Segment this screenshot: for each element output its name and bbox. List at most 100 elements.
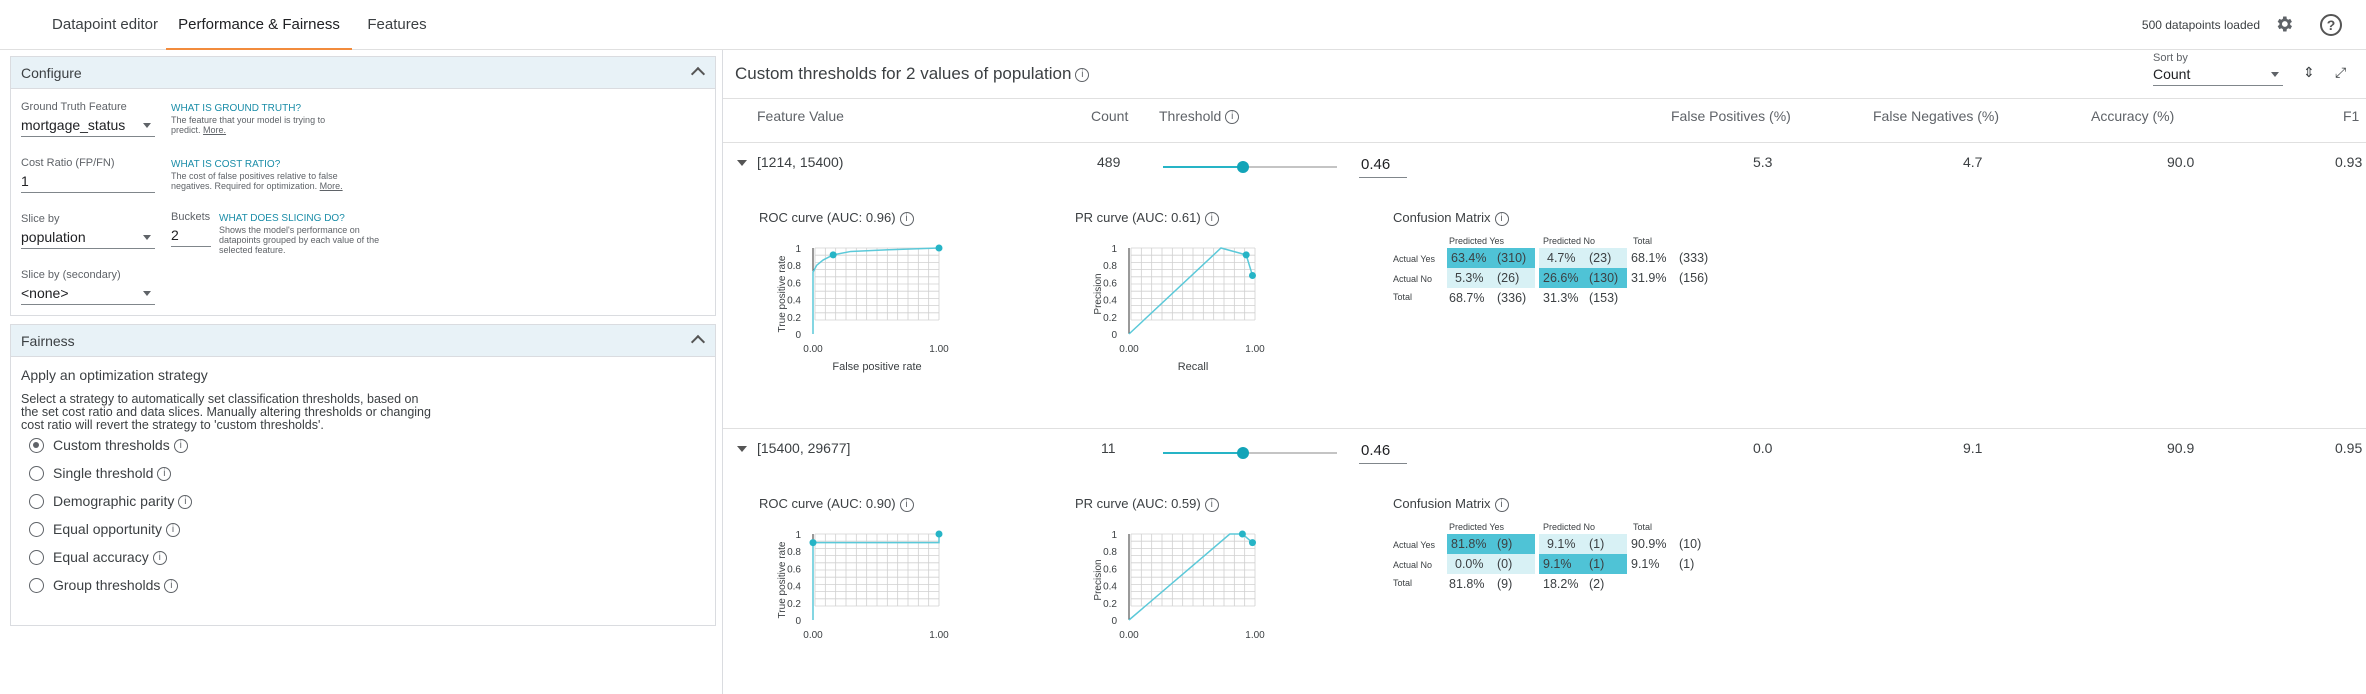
threshold-input[interactable]: 0.46	[1359, 440, 1407, 464]
slice-what-link[interactable]: WHAT DOES SLICING DO?	[219, 213, 345, 224]
cm-cell-count: (2)	[1589, 577, 1605, 591]
expand-caret-icon[interactable]	[737, 446, 747, 452]
slider-knob[interactable]	[1237, 447, 1250, 459]
cm-cell: 90.9%	[1631, 537, 1667, 551]
x-axis-label: False positive rate	[832, 361, 921, 373]
option-custom-thresholds[interactable]: Custom thresholds	[53, 437, 170, 453]
sort-direction-icon[interactable]: ⇕	[2303, 64, 2315, 81]
col-threshold[interactable]: Threshold	[1159, 108, 1221, 124]
gt-select[interactable]: mortgage_status	[21, 115, 155, 137]
col-false-negatives[interactable]: False Negatives (%)	[1873, 108, 1999, 124]
threshold-slider[interactable]	[1163, 161, 1337, 173]
tab-performance-fairness[interactable]: Performance & Fairness	[166, 0, 352, 50]
option-equal-opportunity[interactable]: Equal opportunity	[53, 521, 162, 537]
info-icon[interactable]: i	[164, 579, 179, 594]
expand-icon[interactable]: ⤢	[2335, 64, 2346, 81]
cm-cell: 18.2%	[1543, 577, 1579, 591]
sort-select[interactable]: Count	[2153, 64, 2283, 86]
fairness-header[interactable]: Fairness	[11, 325, 715, 357]
info-icon[interactable]: i	[1225, 110, 1240, 125]
info-icon[interactable]: i	[152, 551, 167, 566]
radio-demographic-parity[interactable]	[29, 494, 44, 509]
cost-desc-1: The cost of false positives relative to …	[171, 171, 338, 181]
x-tick-label: 0.00	[803, 344, 823, 355]
threshold-slider[interactable]	[1163, 447, 1337, 459]
option-single-threshold[interactable]: Single threshold	[53, 465, 153, 481]
slider-knob[interactable]	[1237, 161, 1250, 173]
option-group-thresholds[interactable]: Group thresholds	[53, 577, 160, 593]
threshold-point	[1248, 539, 1256, 547]
radio-equal-accuracy[interactable]	[29, 550, 44, 565]
slice2-select-value: <none>	[21, 285, 69, 301]
help-icon[interactable]: ?	[2320, 14, 2342, 36]
slice2-select[interactable]: <none>	[21, 283, 155, 305]
radio-custom-thresholds[interactable]	[29, 438, 44, 453]
fairness-heading: Apply an optimization strategy	[21, 367, 208, 383]
info-icon[interactable]: i	[899, 211, 914, 226]
configure-header[interactable]: Configure	[11, 57, 715, 89]
radio-equal-opportunity[interactable]	[29, 522, 44, 537]
col-f1[interactable]: F1	[2343, 108, 2359, 124]
col-feature-value[interactable]: Feature Value	[757, 108, 844, 124]
info-icon[interactable]: i	[899, 497, 914, 512]
cm-cell-count: (0)	[1497, 557, 1513, 571]
info-icon[interactable]: i	[1075, 67, 1090, 82]
threshold-point	[935, 530, 943, 538]
slice-select[interactable]: population	[21, 227, 155, 249]
sort-label: Sort by	[2153, 52, 2188, 64]
y-tick-label: 0.2	[1103, 599, 1117, 610]
info-icon[interactable]: i	[1204, 497, 1219, 512]
cost-more-link[interactable]: More.	[320, 181, 343, 191]
y-tick-label: 0.6	[1103, 564, 1117, 575]
confusion-matrix-1: Predicted Yes Predicted No Total Actual Yes…	[1393, 236, 1713, 316]
threshold-point	[809, 539, 817, 547]
row-accuracy: 90.0	[2167, 154, 2195, 170]
tab-features[interactable]: Features	[362, 0, 432, 50]
chevron-up-icon[interactable]	[690, 334, 706, 350]
option-demographic-parity[interactable]: Demographic parity	[53, 493, 174, 509]
cost-input[interactable]: 1	[21, 171, 155, 193]
info-icon[interactable]: i	[178, 495, 193, 510]
expand-caret-icon[interactable]	[737, 160, 747, 166]
col-count[interactable]: Count	[1091, 108, 1128, 124]
col-false-positives[interactable]: False Positives (%)	[1671, 108, 1791, 124]
info-icon[interactable]: i	[1494, 497, 1509, 512]
cm-cell-count: (336)	[1497, 291, 1527, 305]
roc-chart-1: 1 0.8 0.6 0.4 0.2 00.00 1.00 True positive rate…	[777, 244, 949, 373]
gt-what-link[interactable]: WHAT IS GROUND TRUTH?	[171, 103, 301, 114]
main-panel: Custom thresholds for 2 values of popula…	[722, 50, 2366, 694]
threshold-input[interactable]: 0.46	[1359, 154, 1407, 178]
y-tick-label: 0.4	[1103, 582, 1117, 593]
cost-what-link[interactable]: WHAT IS COST RATIO?	[171, 159, 280, 170]
threshold-point	[1248, 272, 1256, 280]
row-count: 489	[1097, 154, 1121, 170]
gt-more-link[interactable]: More.	[203, 125, 226, 135]
info-icon[interactable]: i	[1494, 211, 1509, 226]
y-tick-label: 0.2	[1103, 313, 1117, 324]
info-icon[interactable]: i	[173, 439, 188, 454]
buckets-input[interactable]: 2	[171, 225, 211, 247]
gear-icon[interactable]	[2274, 14, 2294, 34]
configure-card: Configure Ground Truth Feature mortgage_…	[10, 56, 716, 316]
y-axis-label: Precision	[1093, 273, 1104, 314]
y-tick-label: 0.4	[1103, 296, 1117, 307]
info-icon[interactable]: i	[1204, 211, 1219, 226]
configure-title: Configure	[21, 65, 82, 81]
radio-group-thresholds[interactable]	[29, 578, 44, 593]
y-tick-label: 0.8	[787, 547, 801, 558]
row-feature-value: [1214, 15400)	[757, 154, 844, 170]
info-icon[interactable]: i	[165, 523, 180, 538]
chevron-up-icon[interactable]	[690, 66, 706, 82]
row-count: 11	[1101, 440, 1116, 456]
option-equal-accuracy[interactable]: Equal accuracy	[53, 549, 149, 565]
cm-cell: 81.8%	[1449, 577, 1485, 591]
col-accuracy[interactable]: Accuracy (%)	[2091, 108, 2174, 124]
y-tick-label: 0.6	[787, 278, 801, 289]
cm-header-total: Total	[1633, 236, 1653, 246]
info-icon[interactable]: i	[157, 467, 172, 482]
cm-cell-count: (9)	[1497, 577, 1513, 591]
slice-select-value: population	[21, 229, 86, 245]
tab-datapoint-editor[interactable]: Datapoint editor	[40, 0, 170, 50]
radio-single-threshold[interactable]	[29, 466, 44, 481]
cm-title: Confusion Matrix	[1393, 496, 1491, 511]
